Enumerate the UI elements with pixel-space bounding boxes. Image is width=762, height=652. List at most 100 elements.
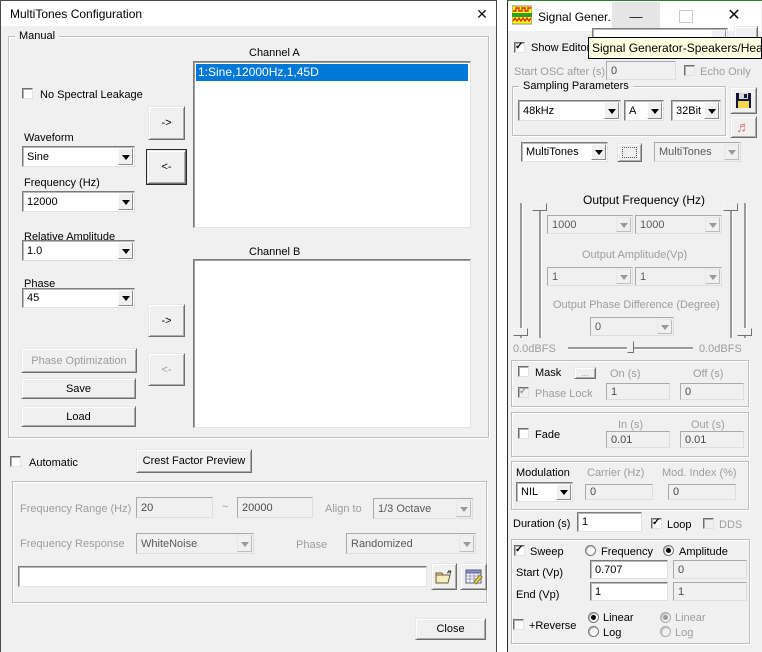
minimize-button[interactable]: — bbox=[612, 2, 660, 30]
right-outer-slider[interactable] bbox=[744, 203, 746, 338]
align-to-select[interactable]: 1/3 Octave bbox=[373, 498, 473, 519]
left-outer-slider[interactable] bbox=[520, 203, 522, 338]
output-phase-diff-select[interactable]: 0 bbox=[590, 317, 674, 336]
remove-from-channel-a-button[interactable]: <- bbox=[147, 150, 186, 184]
sweep-linear-radio[interactable] bbox=[588, 612, 599, 623]
modulation-select[interactable]: NIL bbox=[516, 482, 573, 502]
frequency-range-from-input[interactable]: 20 bbox=[136, 497, 213, 518]
phase-select[interactable]: 45 bbox=[22, 288, 135, 308]
phase-optimization-button[interactable]: Phase Optimization bbox=[21, 348, 137, 373]
automatic-checkbox[interactable] bbox=[10, 456, 21, 467]
mod-index-input[interactable]: 0 bbox=[668, 484, 736, 500]
carrier-input[interactable]: 0 bbox=[585, 484, 653, 500]
frequency-value: 12000 bbox=[27, 196, 58, 208]
no-spectral-leakage-checkbox[interactable] bbox=[22, 88, 33, 99]
dds-checkbox[interactable] bbox=[703, 518, 714, 529]
fade-in-input[interactable]: 0.01 bbox=[606, 431, 670, 448]
bit-depth-select[interactable]: 32Bit bbox=[671, 100, 721, 121]
channel-a-label: Channel A bbox=[249, 47, 300, 59]
left-outer-slider-thumb[interactable] bbox=[513, 328, 528, 336]
add-to-channel-a-button[interactable]: -> bbox=[148, 106, 185, 140]
relative-amplitude-value: 1.0 bbox=[27, 245, 42, 257]
sweep-amplitude-radio[interactable] bbox=[663, 545, 674, 556]
loop-checkbox[interactable] bbox=[651, 518, 662, 529]
fade-out-input[interactable]: 0.01 bbox=[680, 431, 744, 448]
show-editor-checkbox[interactable] bbox=[514, 42, 525, 53]
mod-index-label: Mod. Index (%) bbox=[662, 467, 737, 479]
auto-phase-select[interactable]: Randomized bbox=[346, 533, 476, 554]
chevron-down-icon[interactable] bbox=[604, 102, 619, 119]
mask-checkbox[interactable] bbox=[518, 366, 529, 377]
echo-only-checkbox[interactable] bbox=[684, 65, 695, 76]
frequency-response-select[interactable]: WhiteNoise bbox=[136, 533, 254, 554]
balance-slider-thumb[interactable] bbox=[627, 341, 634, 353]
waveform-select[interactable]: Sine bbox=[22, 146, 135, 167]
phase-lock-checkbox[interactable] bbox=[518, 387, 529, 398]
play-signal-button[interactable]: ♬ bbox=[730, 116, 757, 138]
left-inner-slider-thumb[interactable] bbox=[532, 203, 547, 211]
load-button[interactable]: Load bbox=[21, 406, 136, 427]
output-amplitude-b-select[interactable]: 1 bbox=[635, 267, 722, 286]
list-item-selected[interactable]: 1:Sine,12000Hz,1,45D bbox=[196, 64, 468, 81]
mask-on-input[interactable]: 1 bbox=[606, 383, 670, 400]
chevron-down-icon[interactable] bbox=[556, 484, 571, 500]
remove-from-channel-b-button[interactable]: <- bbox=[148, 353, 185, 386]
sweep-checkbox[interactable] bbox=[514, 545, 525, 556]
reverse-checkbox[interactable] bbox=[513, 619, 524, 630]
sweep-start-input[interactable]: 0.707 bbox=[590, 560, 668, 579]
device-tooltip: Signal Generator-Speakers/Hea bbox=[588, 37, 762, 59]
sweep-start-b-input[interactable]: 0 bbox=[673, 560, 747, 579]
sweep-frequency-radio[interactable] bbox=[585, 545, 596, 556]
relative-amplitude-select[interactable]: 1.0 bbox=[22, 240, 135, 261]
sample-rate-select[interactable]: 48kHz bbox=[518, 100, 621, 121]
file-path-input[interactable] bbox=[18, 566, 427, 587]
right-inner-slider-thumb[interactable] bbox=[723, 203, 738, 211]
close-icon: ✕ bbox=[476, 7, 488, 21]
frequency-select[interactable]: 12000 bbox=[22, 191, 135, 212]
chevron-down-icon[interactable] bbox=[704, 102, 719, 119]
sweep-log-b-radio[interactable] bbox=[660, 626, 671, 637]
generator-type-b-select[interactable]: MultiTones bbox=[654, 142, 741, 162]
loop-label: Loop bbox=[667, 519, 691, 531]
music-note-icon: ♬ bbox=[736, 120, 751, 135]
fade-checkbox[interactable] bbox=[518, 428, 529, 439]
channel-a-list[interactable]: 1:Sine,12000Hz,1,45D bbox=[193, 61, 471, 228]
chevron-down-icon[interactable] bbox=[118, 193, 133, 210]
crest-factor-preview-button[interactable]: Crest Factor Preview bbox=[136, 449, 252, 473]
floppy-disk-icon bbox=[735, 92, 752, 109]
save-button[interactable]: Save bbox=[21, 378, 136, 399]
sweep-linear-b-radio[interactable] bbox=[660, 612, 671, 623]
chevron-down-icon bbox=[616, 217, 631, 232]
edit-table-button[interactable] bbox=[460, 563, 487, 590]
sweep-log-radio[interactable] bbox=[588, 626, 599, 637]
open-file-button[interactable] bbox=[431, 563, 457, 590]
generator-type-a-select[interactable]: MultiTones bbox=[521, 142, 608, 162]
left-inner-slider[interactable] bbox=[539, 203, 541, 338]
output-amplitude-a-select[interactable]: 1 bbox=[547, 267, 633, 286]
duration-input[interactable]: 1 bbox=[577, 512, 642, 532]
chevron-down-icon[interactable] bbox=[118, 148, 133, 165]
mask-off-input[interactable]: 0 bbox=[680, 383, 744, 400]
chevron-down-icon[interactable] bbox=[118, 242, 133, 259]
multitones-config-button[interactable] bbox=[617, 143, 642, 162]
right-outer-slider-thumb[interactable] bbox=[737, 328, 752, 336]
app-icon bbox=[512, 5, 532, 25]
mask-more-button[interactable]: ... bbox=[574, 367, 596, 379]
sweep-end-input[interactable]: 1 bbox=[590, 582, 668, 601]
chevron-down-icon[interactable] bbox=[647, 102, 662, 119]
start-osc-input[interactable]: 0 bbox=[606, 61, 676, 80]
add-to-channel-b-button[interactable]: -> bbox=[148, 304, 185, 337]
dialog-close-button[interactable]: ✕ bbox=[470, 3, 494, 24]
channel-select[interactable]: A bbox=[624, 100, 664, 121]
output-frequency-b-select[interactable]: 1000 bbox=[635, 215, 722, 234]
frequency-range-to-input[interactable]: 20000 bbox=[237, 497, 313, 518]
right-inner-slider[interactable] bbox=[730, 203, 732, 338]
maximize-button[interactable] bbox=[664, 2, 708, 30]
channel-b-list[interactable] bbox=[193, 259, 471, 428]
save-signal-button[interactable] bbox=[730, 87, 757, 114]
chevron-down-icon[interactable] bbox=[118, 290, 133, 306]
sweep-end-b-input[interactable]: 1 bbox=[673, 582, 747, 601]
output-frequency-a-select[interactable]: 1000 bbox=[547, 215, 633, 234]
chevron-down-icon[interactable] bbox=[591, 144, 606, 160]
close-button[interactable]: Close bbox=[415, 618, 486, 640]
